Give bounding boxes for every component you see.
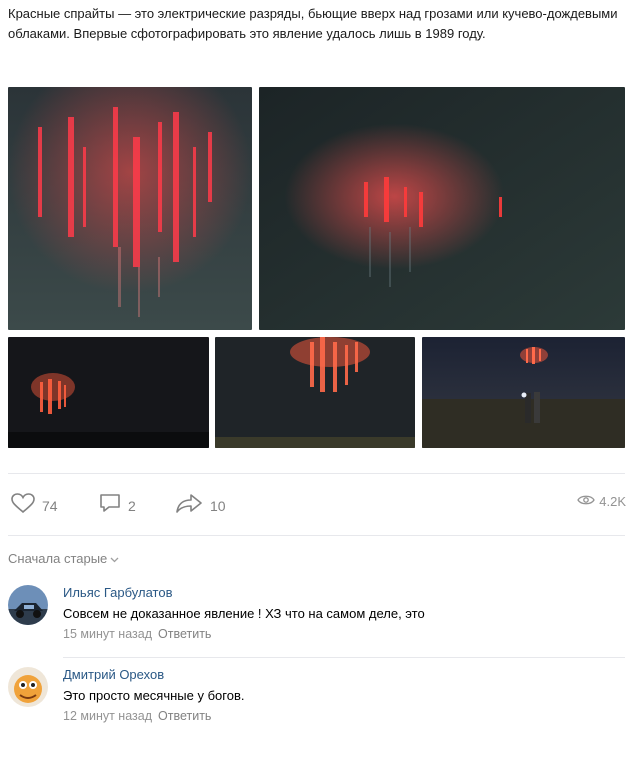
reply-button[interactable]: Ответить [158,709,211,723]
views-count: 4.2K [599,494,626,509]
comment-item: Дмитрий Орехов Это просто месячные у бог… [8,667,626,732]
comment-meta: 12 минут назад Ответить [63,709,211,723]
photo-sprite-5[interactable] [422,337,625,448]
avatar[interactable] [8,667,48,707]
chevron-down-icon [110,551,119,566]
photo-sprite-1[interactable] [8,87,252,330]
like-button[interactable]: 74 [10,492,58,519]
share-count: 10 [210,497,226,514]
post-text: Красные спрайты — это электрические разр… [8,6,618,41]
comment-author[interactable]: Дмитрий Орехов [63,667,164,682]
heart-icon [10,492,36,519]
comment-icon [98,492,122,519]
comment-item: Ильяс Гарбулатов Совсем не доказанное яв… [8,585,626,650]
share-arrow-icon [174,492,204,519]
like-count: 74 [42,497,58,514]
photo-sprite-3[interactable] [8,337,209,448]
post-actions: 74 2 10 4.2K [8,490,626,520]
comment-meta: 15 минут назад Ответить [63,627,211,641]
share-button[interactable]: 10 [174,492,226,519]
comment-count: 2 [128,497,136,514]
comment-author[interactable]: Ильяс Гарбулатов [63,585,172,600]
views-counter: 4.2K [577,494,626,509]
comment-time[interactable]: 15 минут назад [63,627,152,641]
reply-button[interactable]: Ответить [158,627,211,641]
comment-button[interactable]: 2 [98,492,136,519]
comment-text: Совсем не доказанное явление ! ХЗ что на… [63,606,425,621]
avatar[interactable] [8,585,48,625]
sort-label: Сначала старые [8,551,108,566]
photo-sprite-4[interactable] [215,337,415,448]
eye-icon [577,494,596,509]
comment-text: Это просто месячные у богов. [63,688,245,703]
photo-sprite-2[interactable] [259,87,625,330]
comment-time[interactable]: 12 минут назад [63,709,152,723]
comments-sort-dropdown[interactable]: Сначала старые [8,551,119,566]
